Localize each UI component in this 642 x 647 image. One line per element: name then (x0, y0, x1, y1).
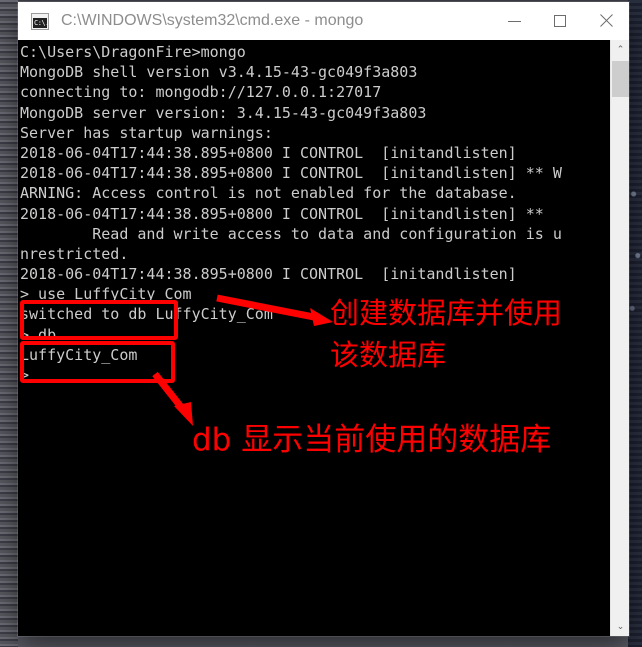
minimize-icon (507, 20, 521, 22)
console-line: > use LuffyCity_Com (20, 285, 192, 304)
console-line: MongoDB shell version v3.4.15-43-gc049f3… (20, 63, 418, 82)
window-titlebar[interactable]: C:\WINDOWS\system32\cmd.exe - mongo (18, 2, 629, 41)
console-icon (31, 12, 49, 30)
console-line: LuffyCity_Com (20, 345, 138, 364)
maximize-icon (554, 15, 566, 27)
console-line: connecting to: mongodb://127.0.0.1:27017 (20, 83, 382, 102)
console-line: ARNING: Access control is not enabled fo… (20, 184, 517, 203)
close-icon (599, 14, 613, 28)
console-line: 2018-06-04T17:44:38.895+0800 I CONTROL [… (20, 143, 517, 162)
scroll-up-arrow-icon[interactable]: ⌃ (611, 40, 630, 59)
console-line: > db (20, 325, 57, 344)
scroll-down-arrow-icon[interactable]: ⌄ (611, 617, 630, 636)
window-controls (491, 2, 629, 40)
console-line: Server has startup warnings: (20, 123, 273, 142)
console-line: nrestricted. (20, 244, 129, 263)
wallpaper-right-strip (628, 0, 642, 647)
console-output-area[interactable]: C:\Users\DragonFire>mongo MongoDB shell v… (18, 40, 629, 636)
console-line: 2018-06-04T17:44:38.895+0800 I CONTROL [… (20, 204, 544, 223)
wallpaper-left-strip (0, 0, 18, 647)
close-button[interactable] (583, 2, 629, 40)
console-line: Read and write access to data and config… (20, 224, 562, 243)
scrollbar-thumb[interactable] (612, 61, 629, 97)
cmd-window: C:\WINDOWS\system32\cmd.exe - mongo C:\U… (18, 2, 629, 636)
console-text: C:\Users\DragonFire>mongo MongoDB shell v… (20, 42, 610, 385)
window-title: C:\WINDOWS\system32\cmd.exe - mongo (61, 12, 364, 29)
console-line: > (20, 366, 30, 384)
console-line: C:\Users\DragonFire>mongo (20, 43, 246, 61)
console-line: switched to db LuffyCity_Com (20, 305, 273, 324)
console-line: 2018-06-04T17:44:38.895+0800 I CONTROL [… (20, 164, 562, 183)
console-line: 2018-06-04T17:44:38.895+0800 I CONTROL [… (20, 265, 517, 284)
console-scrollbar[interactable]: ⌃ ⌄ (610, 40, 629, 636)
minimize-button[interactable] (491, 2, 537, 40)
console-line: MongoDB server version: 3.4.15-43-gc049f… (20, 103, 427, 122)
maximize-button[interactable] (537, 2, 583, 40)
